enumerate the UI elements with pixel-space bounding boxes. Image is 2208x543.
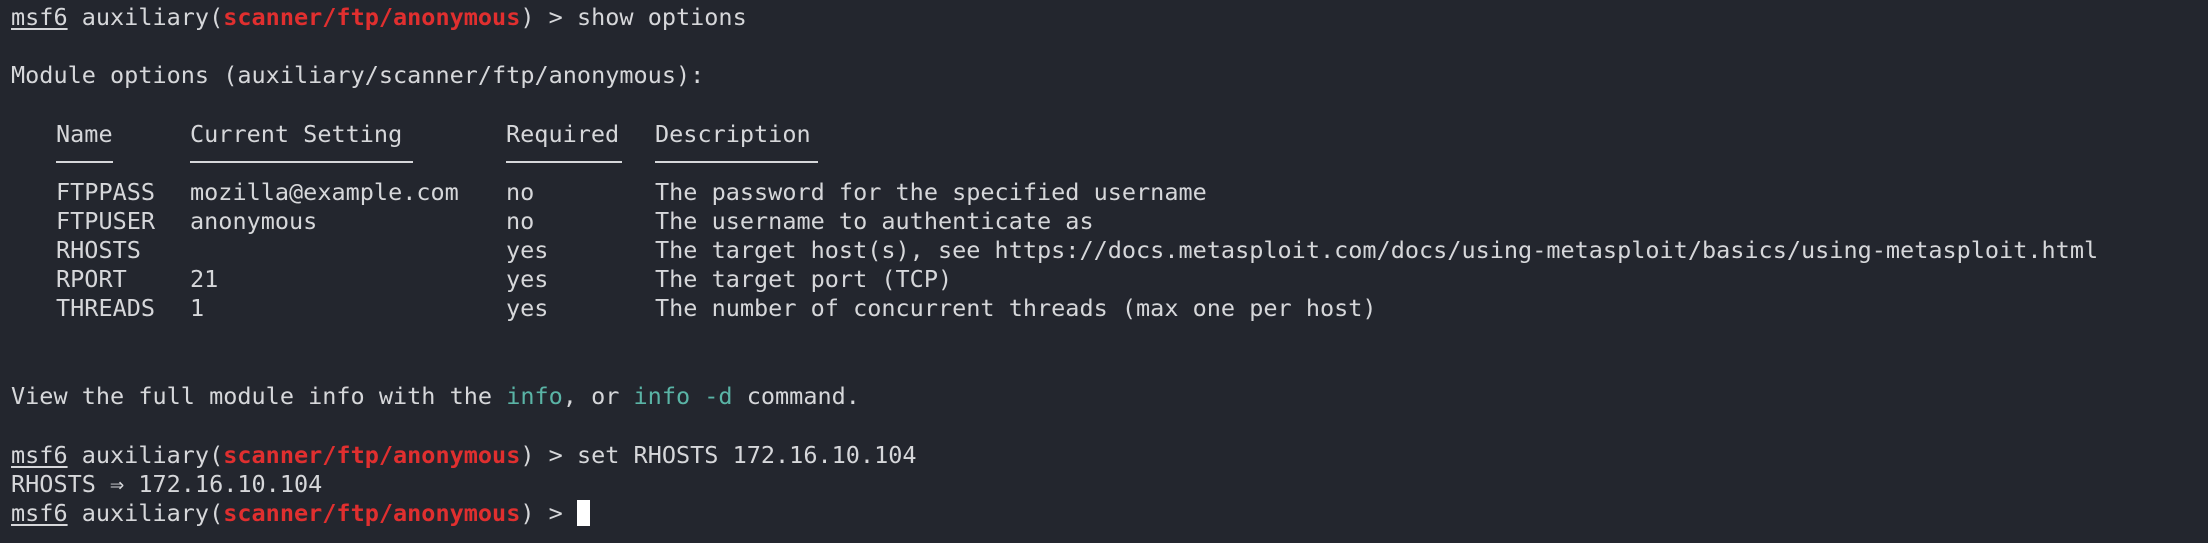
info-hint-prefix: View the full module info with the <box>11 382 507 410</box>
column-header-description: Description <box>655 120 811 148</box>
module-options-header: Module options (auxiliary/scanner/ftp/an… <box>11 61 705 89</box>
table-row-setting: mozilla@example.com <box>190 178 459 206</box>
msf-prompt-label: msf6 <box>11 499 68 527</box>
table-row-setting: 21 <box>190 265 219 293</box>
prompt-line-set-rhosts: msf6 auxiliary(scanner/ftp/anonymous) > … <box>11 441 917 469</box>
command-text: show options <box>576 3 747 31</box>
underline-name <box>56 161 113 163</box>
text-cursor[interactable] <box>576 500 590 526</box>
underline-current-setting <box>190 161 413 163</box>
table-row-required: no <box>506 207 535 235</box>
info-hint-line: View the full module info with the info,… <box>11 382 860 410</box>
table-row-required: yes <box>506 265 549 293</box>
table-row-name: THREADS <box>56 294 156 322</box>
msf-prompt-label: msf6 <box>11 3 68 31</box>
column-header-current-setting: Current Setting <box>190 120 403 148</box>
table-row-name: FTPUSER <box>56 207 156 235</box>
msf-prompt-label: msf6 <box>11 441 68 469</box>
prompt-module-name: scanner/ftp/anonymous <box>223 441 521 469</box>
table-row-description: The password for the specified username <box>655 178 1207 206</box>
prompt-suffix: ) > <box>520 499 577 527</box>
prompt-suffix: ) > <box>520 3 577 31</box>
table-row-required: yes <box>506 236 549 264</box>
prompt-module-name: scanner/ftp/anonymous <box>223 499 521 527</box>
column-header-name: Name <box>56 120 113 148</box>
info-command: info <box>506 382 563 410</box>
terminal-window[interactable]: msf6 auxiliary(scanner/ftp/anonymous) > … <box>0 0 2208 543</box>
prompt-module-name: scanner/ftp/anonymous <box>223 3 521 31</box>
table-row-setting: anonymous <box>190 207 318 235</box>
underline-required <box>506 161 622 163</box>
table-row-required: no <box>506 178 535 206</box>
column-header-required: Required <box>506 120 620 148</box>
table-row-description: The number of concurrent threads (max on… <box>655 294 1377 322</box>
set-rhosts-output: RHOSTS ⇒ 172.16.10.104 <box>11 470 323 498</box>
command-text: set RHOSTS 172.16.10.104 <box>576 441 917 469</box>
table-row-description: The username to authenticate as <box>655 207 1094 235</box>
prompt-suffix: ) > <box>520 441 577 469</box>
underline-description <box>655 161 818 163</box>
table-row-name: FTPPASS <box>56 178 156 206</box>
table-row-name: RHOSTS <box>56 236 141 264</box>
table-row-setting: 1 <box>190 294 205 322</box>
prompt-prefix: auxiliary( <box>67 3 224 31</box>
prompt-prefix: auxiliary( <box>67 499 224 527</box>
table-row-name: RPORT <box>56 265 127 293</box>
info-hint-separator: , or <box>562 382 634 410</box>
info-d-command: info -d <box>633 382 733 410</box>
prompt-line-show-options: msf6 auxiliary(scanner/ftp/anonymous) > … <box>11 3 747 31</box>
info-hint-suffix: command. <box>732 382 860 410</box>
table-row-description: The target port (TCP) <box>655 265 953 293</box>
table-row-required: yes <box>506 294 549 322</box>
active-prompt-line[interactable]: msf6 auxiliary(scanner/ftp/anonymous) > <box>11 499 590 527</box>
prompt-prefix: auxiliary( <box>67 441 224 469</box>
table-row-description: The target host(s), see https://docs.met… <box>655 236 2099 264</box>
